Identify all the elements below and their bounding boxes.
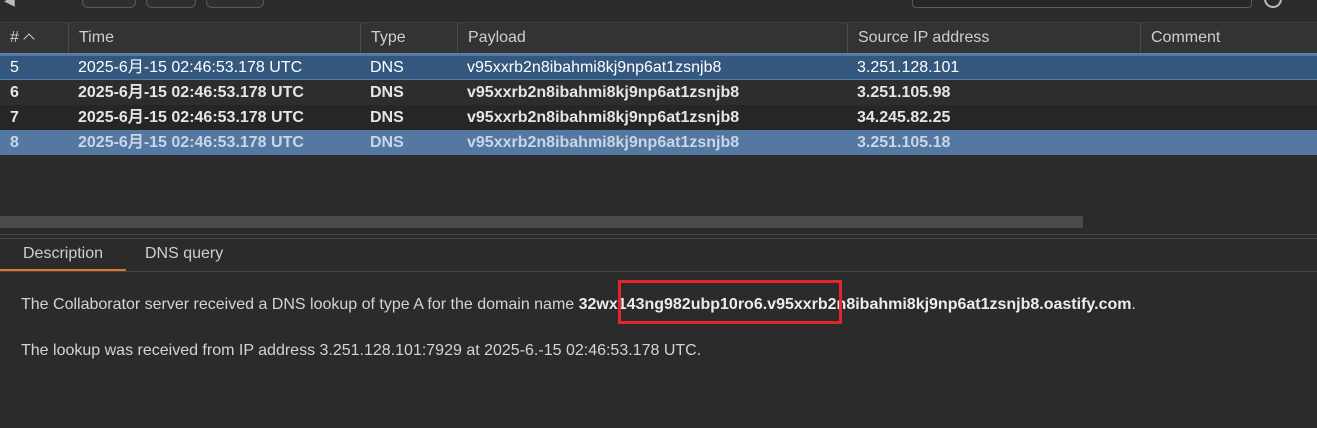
cell-payload: v95xxrb2n8ibahmi8kj9np6at1zsnjb8 (467, 59, 722, 76)
column-header-payload[interactable]: Payload (457, 23, 847, 53)
toolbar-button[interactable] (146, 0, 196, 8)
annotation-highlight-box (618, 280, 842, 324)
column-header-source-ip[interactable]: Source IP address (847, 23, 1140, 53)
column-header-time[interactable]: Time (68, 23, 360, 53)
description-line-domain: The Collaborator server received a DNS l… (21, 296, 1136, 314)
cell-time: 2025-6月-15 02:46:53.178 UTC (78, 109, 304, 126)
description-line-ip: The lookup was received from IP address … (21, 342, 702, 359)
cell-number: 8 (10, 134, 19, 151)
scrollbar-thumb[interactable] (0, 216, 1083, 228)
cell-time: 2025-6月-15 02:46:53.178 UTC (78, 59, 303, 76)
horizontal-scrollbar[interactable] (0, 216, 1317, 228)
column-header-number[interactable]: # (0, 23, 68, 53)
table-row[interactable]: 8 2025-6月-15 02:46:53.178 UTC DNS v95xxr… (0, 130, 1317, 155)
arrow-left-icon[interactable]: ◀ (4, 0, 15, 9)
cell-number: 7 (10, 109, 19, 126)
tab-dns-query[interactable]: DNS query (145, 239, 223, 269)
help-circle-icon[interactable] (1264, 0, 1282, 8)
cell-payload: v95xxrb2n8ibahmi8kj9np6at1zsnjb8 (467, 84, 740, 101)
cell-source-ip: 34.245.82.25 (857, 109, 951, 126)
table-row[interactable]: 7 2025-6月-15 02:46:53.178 UTC DNS v95xxr… (0, 105, 1317, 130)
cell-number: 6 (10, 84, 19, 101)
table-row[interactable]: 5 2025-6月-15 02:46:53.178 UTC DNS v95xxr… (0, 55, 1317, 80)
toolbar: ◀ (0, 0, 1317, 20)
detail-tabs: Description DNS query (0, 239, 1317, 272)
cell-type: DNS (370, 84, 404, 101)
tab-description[interactable]: Description (0, 239, 126, 271)
cell-payload: v95xxrb2n8ibahmi8kj9np6at1zsnjb8 (467, 134, 740, 151)
chevron-up-icon (23, 33, 35, 45)
cell-time: 2025-6月-15 02:46:53.178 UTC (78, 134, 304, 151)
cell-type: DNS (370, 134, 404, 151)
toolbar-button[interactable] (206, 0, 264, 8)
column-header-comment[interactable]: Comment (1140, 23, 1317, 53)
toolbar-button[interactable] (82, 0, 136, 8)
cell-number: 5 (10, 59, 19, 76)
column-header-type[interactable]: Type (360, 23, 457, 53)
cell-source-ip: 3.251.128.101 (857, 59, 960, 76)
cell-type: DNS (370, 59, 404, 76)
cell-time: 2025-6月-15 02:46:53.178 UTC (78, 84, 304, 101)
cell-source-ip: 3.251.105.18 (857, 134, 951, 151)
table-header: # Time Type Payload Source IP address Co… (0, 22, 1317, 55)
cell-type: DNS (370, 109, 404, 126)
cell-payload: v95xxrb2n8ibahmi8kj9np6at1zsnjb8 (467, 109, 740, 126)
search-input[interactable] (912, 0, 1252, 8)
table-row[interactable]: 6 2025-6月-15 02:46:53.178 UTC DNS v95xxr… (0, 80, 1317, 105)
description-text: The Collaborator server received a DNS l… (21, 296, 579, 313)
interactions-table: # Time Type Payload Source IP address Co… (0, 22, 1317, 155)
cell-source-ip: 3.251.105.98 (857, 84, 951, 101)
description-text: . (1131, 296, 1136, 313)
